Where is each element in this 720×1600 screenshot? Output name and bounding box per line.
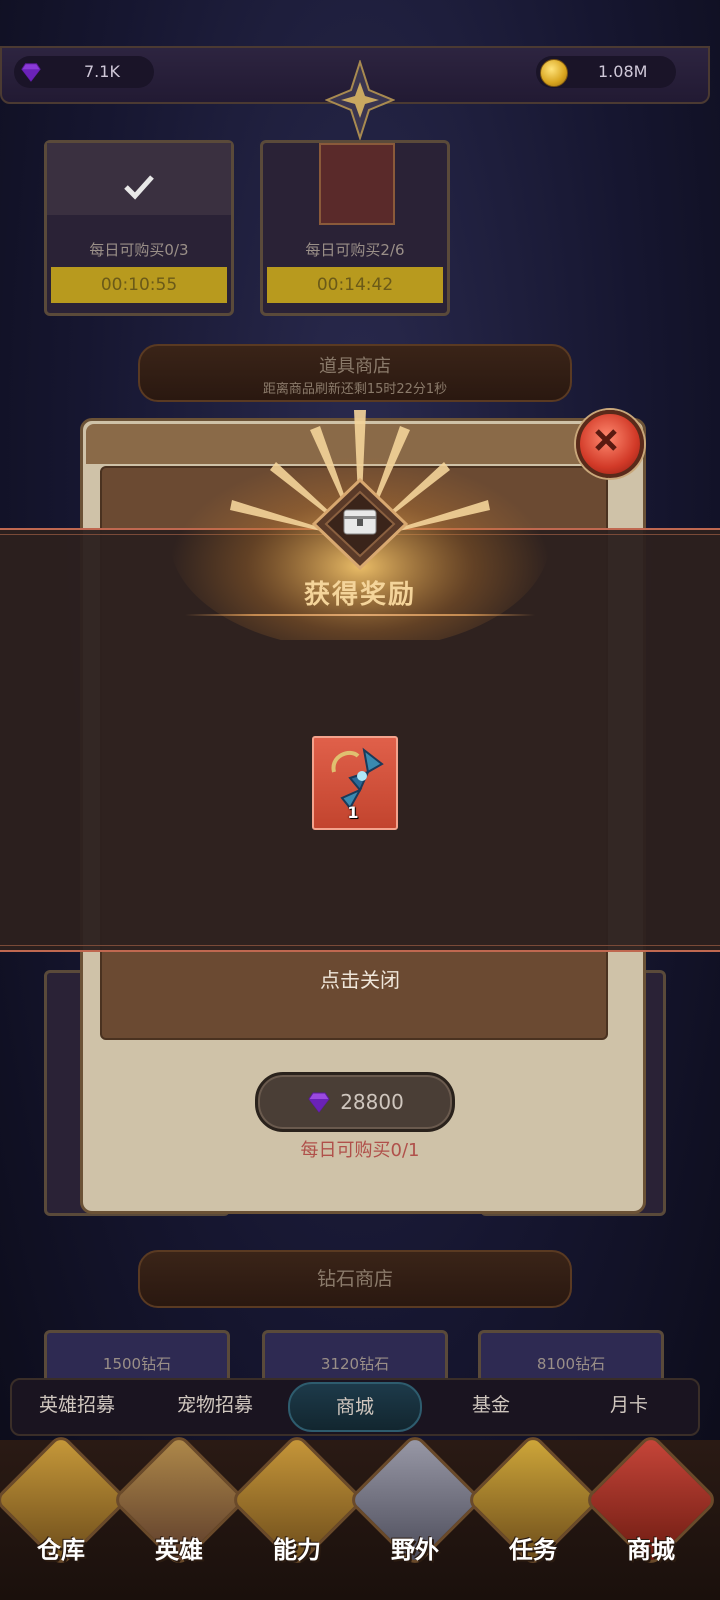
star-emblem-icon	[325, 60, 395, 140]
diamond-pack-label: 8100钻石	[536, 1355, 606, 1373]
nav-label: 野外	[391, 1536, 439, 1564]
nav-label: 能力	[273, 1536, 321, 1564]
gem-icon	[308, 1092, 330, 1113]
item-chest-icon	[319, 143, 395, 225]
gem-amount: 7.1K	[84, 62, 120, 81]
coin-icon	[540, 59, 568, 87]
item-count: 1	[347, 803, 359, 822]
nav-hero[interactable]: 英雄	[111, 1432, 247, 1592]
shop-card[interactable]: 每日可购买2/6 00:14:42	[260, 140, 450, 316]
treasure-chest-icon	[311, 477, 409, 571]
gem-counter[interactable]: 7.1K	[14, 56, 154, 88]
checkmark-icon	[124, 175, 154, 200]
tab-pet-recruit[interactable]: 宠物招募	[150, 1378, 280, 1432]
diamond-pack-label: 3120钻石	[320, 1355, 390, 1373]
nav-shop[interactable]: 商城	[583, 1432, 719, 1592]
tab-fund[interactable]: 基金	[426, 1378, 556, 1432]
buy-price-button[interactable]: 28800	[255, 1072, 455, 1132]
tab-shop[interactable]: 商城	[288, 1382, 422, 1432]
card-limit: 每日可购买2/6	[305, 241, 405, 259]
nav-label: 仓库	[37, 1536, 85, 1564]
card-timer: 00:10:55	[51, 267, 227, 303]
diamond-shop-title: 钻石商店	[316, 1268, 393, 1290]
nav-quest[interactable]: 任务	[465, 1432, 601, 1592]
close-button[interactable]	[576, 410, 644, 478]
nav-label: 商城	[627, 1536, 675, 1564]
tab-monthly-card[interactable]: 月卡	[564, 1378, 694, 1432]
tab-hero-recruit[interactable]: 英雄招募	[12, 1378, 142, 1432]
gold-amount: 1.08M	[598, 62, 648, 81]
price-amount: 28800	[340, 1090, 404, 1114]
close-icon	[595, 429, 617, 451]
shop-card[interactable]: 每日可购买0/3 00:10:55	[44, 140, 234, 316]
title-divider	[185, 614, 535, 616]
diamond-pack-label: 1500钻石	[102, 1355, 172, 1373]
gold-counter[interactable]: 1.08M	[536, 56, 676, 88]
gem-icon	[21, 63, 41, 82]
diamond-shop-banner: 钻石商店	[138, 1250, 572, 1308]
item-shop-title: 道具商店	[319, 356, 391, 377]
nav-label: 任务	[509, 1536, 557, 1564]
nav-field[interactable]: 野外	[347, 1432, 483, 1592]
spear-item-icon	[331, 747, 384, 810]
nav-label: 英雄	[155, 1536, 203, 1564]
daily-limit: 每日可购买0/1	[300, 1140, 420, 1161]
card-limit: 每日可购买0/3	[89, 241, 189, 259]
reward-title: 获得奖励	[303, 580, 416, 610]
tap-to-close-hint[interactable]: 点击关闭	[0, 964, 720, 993]
nav-warehouse[interactable]: 仓库	[0, 1432, 129, 1592]
card-timer: 00:14:42	[267, 267, 443, 303]
nav-ability[interactable]: 能力	[229, 1432, 365, 1592]
